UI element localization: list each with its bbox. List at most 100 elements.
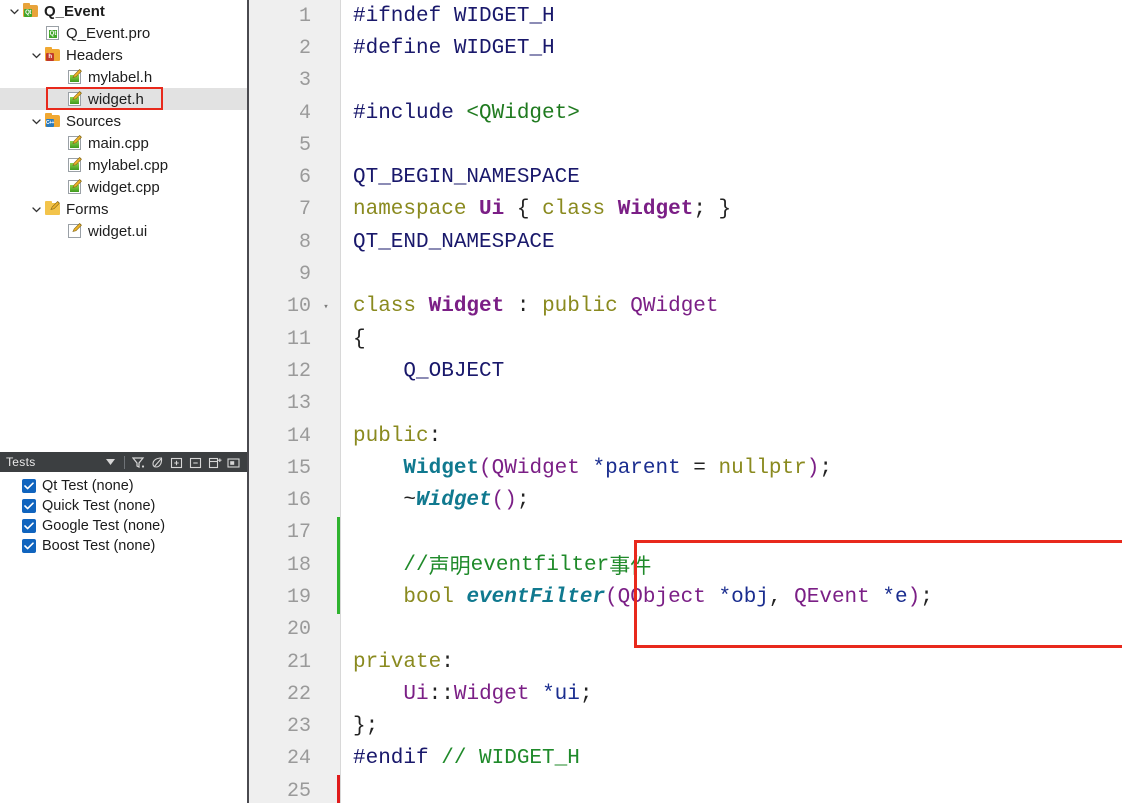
code-line[interactable]: 8 QT_END_NAMESPACE — [249, 226, 1122, 258]
test-checkbox[interactable] — [22, 499, 36, 513]
tree-twisty[interactable] — [28, 51, 44, 60]
left-sidebar: Qt Q_Event Qt Q_Event.pro h Headers mylabel.h w… — [0, 0, 249, 803]
code-token: *e — [882, 585, 908, 609]
tree-item-main-cpp[interactable]: main.cpp — [0, 132, 247, 154]
tree-item-q-event-pro[interactable]: Qt Q_Event.pro — [0, 22, 247, 44]
code-line[interactable]: 23}; — [249, 711, 1122, 743]
code-line[interactable]: 9 — [249, 258, 1122, 290]
test-checkbox[interactable] — [22, 539, 36, 553]
add-frame-icon[interactable] — [205, 453, 224, 471]
chevron-down-icon — [31, 52, 41, 58]
line-number: 16 — [286, 489, 311, 513]
line-number: 12 — [286, 359, 311, 383]
code-text: class Widget : public QWidget — [353, 291, 719, 323]
code-token: ; — [516, 489, 530, 513]
test-checkbox[interactable] — [22, 479, 36, 493]
tree-item-widget-h[interactable]: widget.h — [0, 88, 247, 110]
tree-item-q-event[interactable]: Qt Q_Event — [0, 0, 247, 22]
leaf-icon[interactable] — [148, 453, 167, 471]
code-line[interactable]: 15 Widget(QWidget *parent = nullptr); — [249, 452, 1122, 484]
code-line[interactable]: 24 #endif // WIDGET_H — [249, 743, 1122, 775]
code-line[interactable]: 25 — [249, 775, 1122, 803]
code-token: QWidget — [630, 295, 719, 319]
code-token: ) — [806, 456, 820, 480]
tree-item-label: Forms — [66, 200, 109, 218]
code-token: { — [353, 327, 366, 351]
code-token: WIDGET_H — [453, 4, 555, 28]
code-line[interactable]: 4 #include <QWidget> — [249, 97, 1122, 129]
code-lines[interactable]: 1 #ifndef WIDGET_H 2 #define WIDGET_H 3 4 #inc… — [249, 0, 1122, 803]
code-token: public — [353, 424, 429, 448]
tree-item-label: Sources — [66, 112, 122, 130]
test-row[interactable]: Google Test (none) — [0, 516, 247, 536]
project-tree[interactable]: Qt Q_Event Qt Q_Event.pro h Headers mylabel.h w… — [0, 0, 247, 450]
tree-item-headers[interactable]: h Headers — [0, 44, 247, 66]
collapse-all-icon[interactable] — [186, 453, 205, 471]
line-number: 25 — [286, 779, 311, 803]
code-editor[interactable]: 1 #ifndef WIDGET_H 2 #define WIDGET_H 3 4 #inc… — [249, 0, 1122, 803]
tree-item-label: main.cpp — [88, 134, 149, 152]
code-line[interactable]: 22 Ui:: Widget *ui; — [249, 678, 1122, 710]
code-line[interactable]: 10 ▾ class Widget : public QWidget — [249, 291, 1122, 323]
tree-twisty[interactable] — [28, 205, 44, 214]
code-token: namespace — [353, 198, 480, 222]
test-row[interactable]: Quick Test (none) — [0, 496, 247, 516]
code-token: Ui — [479, 198, 505, 222]
code-token: ( — [479, 456, 492, 480]
fold-marker-icon[interactable]: ▾ — [319, 291, 333, 323]
tree-item-mylabel-cpp[interactable]: mylabel.cpp — [0, 154, 247, 176]
code-line[interactable]: 18 //声明 eventfilter 事件 — [249, 549, 1122, 582]
file-qt-pro-icon: Qt — [46, 26, 59, 40]
tree-item-widget-ui[interactable]: widget.ui — [0, 220, 247, 242]
filter-icon[interactable] — [129, 453, 148, 471]
tree-item-forms[interactable]: Forms — [0, 198, 247, 220]
code-line[interactable]: 16 ~ Widget(); — [249, 484, 1122, 516]
code-line[interactable]: 13 — [249, 388, 1122, 420]
code-token: Q_OBJECT — [403, 359, 505, 383]
change-marker — [337, 516, 340, 550]
tests-panel-title: Tests — [6, 455, 36, 469]
code-line[interactable]: 12 Q_OBJECT — [249, 355, 1122, 387]
code-token: Widget — [403, 456, 480, 480]
code-token: public — [542, 295, 631, 319]
tree-item-sources[interactable]: C++ Sources — [0, 110, 247, 132]
code-token: 事件 — [609, 554, 652, 579]
test-label: Quick Test (none) — [42, 498, 156, 514]
test-row[interactable]: Qt Test (none) — [0, 476, 247, 496]
code-line[interactable]: 21 private: — [249, 646, 1122, 678]
code-token: class — [353, 295, 429, 319]
tree-twisty[interactable] — [6, 7, 22, 16]
code-token: { — [504, 198, 543, 222]
code-line[interactable]: 7 namespace Ui { class Widget; } — [249, 194, 1122, 226]
line-number: 8 — [298, 230, 311, 254]
code-token: #include — [353, 101, 467, 125]
code-line[interactable]: 3 — [249, 65, 1122, 97]
code-line[interactable]: 11 { — [249, 323, 1122, 355]
code-line[interactable]: 2 #define WIDGET_H — [249, 32, 1122, 64]
dropdown-arrow-icon[interactable] — [101, 453, 120, 471]
tree-twisty[interactable] — [28, 117, 44, 126]
file-ui-icon — [68, 223, 82, 238]
tree-item-widget-cpp[interactable]: widget.cpp — [0, 176, 247, 198]
code-line[interactable]: 14 public: — [249, 420, 1122, 452]
code-line[interactable]: 1 #ifndef WIDGET_H — [249, 0, 1122, 32]
code-line[interactable]: 17 — [249, 516, 1122, 550]
test-checkbox[interactable] — [22, 519, 36, 533]
code-line[interactable]: 20 — [249, 614, 1122, 646]
options-icon[interactable] — [224, 453, 243, 471]
folder-forms-icon — [45, 201, 60, 215]
tests-list[interactable]: Qt Test (none) Quick Test (none) Google Te… — [0, 472, 247, 556]
code-line[interactable]: 19 bool eventFilter(QObject *obj, QEvent… — [249, 581, 1122, 614]
code-token: bool — [403, 585, 467, 609]
test-row[interactable]: Boost Test (none) — [0, 536, 247, 556]
folder-qt-icon: Qt — [23, 3, 38, 17]
code-text: #include <QWidget> — [353, 97, 580, 129]
expand-all-icon[interactable] — [167, 453, 186, 471]
code-line[interactable]: 6 QT_BEGIN_NAMESPACE — [249, 161, 1122, 193]
line-number: 24 — [286, 747, 311, 771]
code-line[interactable]: 5 — [249, 129, 1122, 161]
code-token: class — [542, 198, 618, 222]
tree-item-mylabel-h[interactable]: mylabel.h — [0, 66, 247, 88]
code-token: QObject — [617, 585, 719, 609]
